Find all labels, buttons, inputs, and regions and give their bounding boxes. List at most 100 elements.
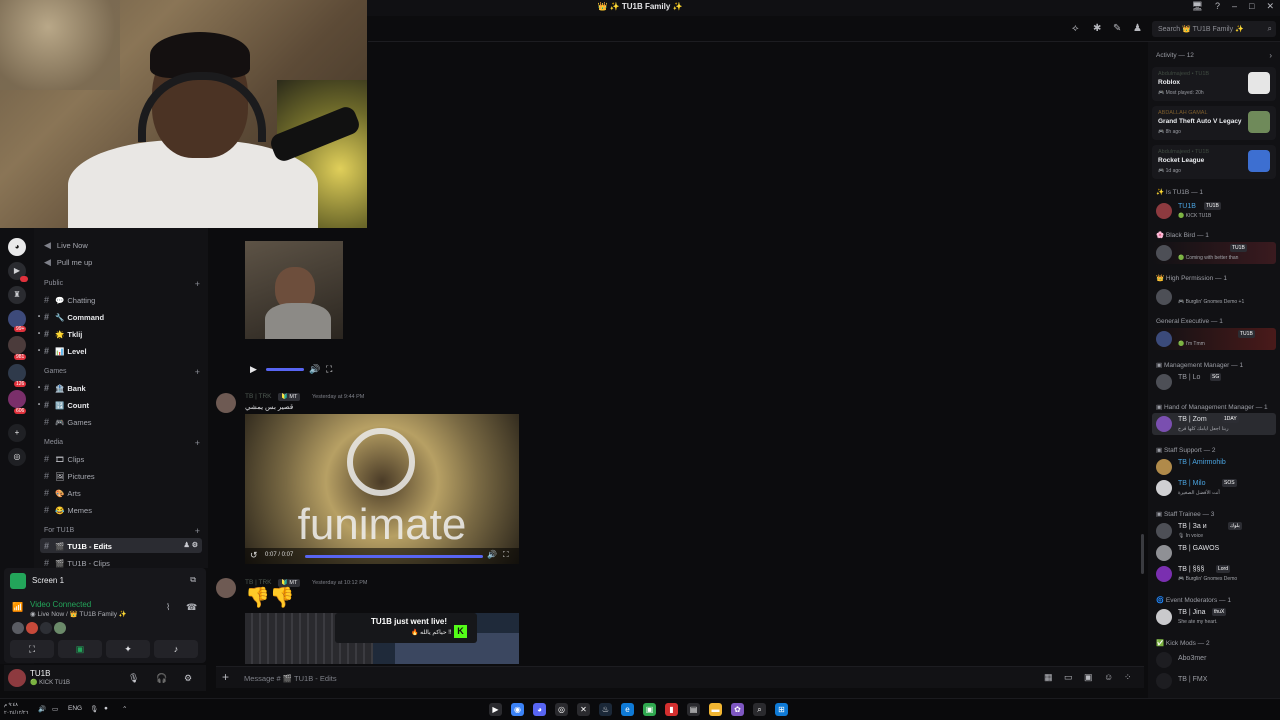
member-item[interactable]: TB | Zom 1DAY ربنا اجعل ايامك كلها فرح: [1152, 413, 1276, 435]
network-icon[interactable]: ▭: [52, 705, 58, 713]
gif-icon[interactable]: ▭: [1064, 672, 1073, 683]
add-channel-icon[interactable]: +: [195, 438, 200, 448]
settings-icon[interactable]: ⚙: [184, 673, 192, 684]
channel-pull-me-up[interactable]: ◀ Pull me up: [40, 254, 202, 269]
pin-icon[interactable]: ✎: [1113, 23, 1121, 34]
server-icon[interactable]: ▶: [8, 262, 28, 282]
app-icon[interactable]: ▮: [665, 703, 678, 716]
channel-settings-icon[interactable]: ♟ ⚙: [184, 541, 199, 549]
video-progress-bar[interactable]: [305, 555, 483, 558]
member-item[interactable]: TB | FMX: [1152, 670, 1276, 692]
avatar[interactable]: [40, 622, 52, 634]
app-icon[interactable]: ▣: [643, 703, 656, 716]
member-item[interactable]: TB | Jina thuX She ate my heart.: [1152, 606, 1276, 628]
channel-tklij[interactable]: • # 🌟 Tklij: [38, 326, 202, 341]
media-player-icon[interactable]: ▶: [489, 703, 502, 716]
avatar[interactable]: [12, 622, 24, 634]
microphone-icon[interactable]: 🎙: [90, 705, 98, 713]
fullscreen-icon[interactable]: ⛶: [503, 550, 509, 560]
username[interactable]: TU1B: [30, 669, 50, 678]
camera-toggle-button[interactable]: ⛶: [10, 640, 54, 658]
search-input[interactable]: Search 👑 TU1B Family ✨ ⌕: [1152, 21, 1276, 37]
signal-icon[interactable]: 📶: [12, 602, 23, 613]
edge-icon[interactable]: e: [621, 703, 634, 716]
maximize-button[interactable]: □: [1249, 1, 1254, 12]
message-author[interactable]: TB | TRK: [245, 393, 272, 400]
scrollbar[interactable]: [1141, 534, 1144, 574]
help-icon[interactable]: ?: [1215, 1, 1220, 12]
monitor-icon[interactable]: 🖥: [1192, 1, 1203, 12]
channel-tu1b-edits[interactable]: # 🎬 TU1B - Edits ♟ ⚙: [40, 538, 202, 553]
category-public[interactable]: Public: [44, 280, 63, 287]
channel-tu1b-clips[interactable]: # 🎬 TU1B - Clips: [40, 555, 202, 568]
channel-games[interactable]: # 🎮 Games: [40, 414, 202, 429]
voice-status[interactable]: Video Connected: [30, 600, 91, 609]
member-item[interactable]: TB | За и بلوك 🎙 In voice: [1152, 520, 1276, 542]
attach-button[interactable]: +: [222, 670, 229, 684]
search-icon[interactable]: ⌕: [753, 703, 766, 716]
avatar[interactable]: [8, 669, 26, 687]
activities-button[interactable]: ✦: [106, 640, 150, 658]
headphones-icon[interactable]: 🎧: [156, 673, 167, 684]
file-explorer-icon[interactable]: ▬: [709, 703, 722, 716]
sticker-icon[interactable]: ▣: [1084, 672, 1093, 683]
member-item[interactable]: TB | Milo SOS أنت الأفضل الصغيرة: [1152, 477, 1276, 499]
server-icon[interactable]: [8, 364, 26, 382]
screen-share-button[interactable]: ▣: [58, 640, 102, 658]
member-item[interactable]: TU1B 🟢 I'm Tmm: [1152, 328, 1276, 350]
member-item[interactable]: TB | Amirmohib: [1152, 456, 1276, 478]
avatar[interactable]: [216, 578, 236, 598]
member-item[interactable]: TB | §§§ Lord 🎮 Burglin' Gnomes Demo: [1152, 563, 1276, 585]
avatar[interactable]: [54, 622, 66, 634]
mute-notifications-icon[interactable]: ✱: [1093, 23, 1101, 34]
app-icon[interactable]: ✕: [577, 703, 590, 716]
soundboard-button[interactable]: ♪: [154, 640, 198, 658]
channel-memes[interactable]: # 😂 Memes: [40, 502, 202, 517]
add-channel-icon[interactable]: +: [195, 526, 200, 536]
clock-time[interactable]: ٩:٤٨ م: [4, 702, 18, 708]
member-item[interactable]: 🎮 Burglin' Gnomes Demo +1: [1152, 286, 1276, 308]
activity-card[interactable]: Abdulmajeed • TU1B Rocket League 🎮 1d ag…: [1152, 145, 1276, 179]
channel-level[interactable]: • # 📊 Level: [38, 343, 202, 358]
activity-card[interactable]: Abdulmajeed • TU1B Roblox 🎮 Most played:…: [1152, 67, 1276, 101]
popout-icon[interactable]: ⧉: [190, 575, 196, 585]
clock-date[interactable]: ٢٠٢٤/١٢/٢٦: [4, 710, 28, 716]
app-icon[interactable]: ◎: [555, 703, 568, 716]
fullscreen-icon[interactable]: ⛶: [326, 364, 332, 375]
add-server-icon[interactable]: +: [8, 424, 26, 442]
channel-command[interactable]: • # 🔧 Command: [38, 309, 202, 324]
live-embed[interactable]: TU1B just went live! 🔥 حياكم يالله !! K: [335, 613, 477, 643]
channel-live-now[interactable]: ◀ Live Now: [40, 237, 202, 252]
member-item[interactable]: Abo3mer: [1152, 649, 1276, 671]
minimize-button[interactable]: –: [1232, 1, 1237, 12]
category-media[interactable]: Media: [44, 439, 63, 446]
volume-icon[interactable]: 🔊: [38, 705, 46, 713]
volume-icon[interactable]: 🔊: [309, 364, 320, 375]
video-attachment[interactable]: [245, 241, 343, 339]
play-icon[interactable]: ▶: [250, 364, 257, 375]
member-list-icon[interactable]: ♟: [1133, 23, 1142, 34]
channel-bank[interactable]: • # 🏦 Bank: [38, 380, 202, 395]
server-icon[interactable]: [8, 336, 26, 354]
channel-chatting[interactable]: # 💬 Chatting: [40, 292, 202, 307]
chevron-right-icon[interactable]: ›: [1269, 51, 1272, 60]
start-icon[interactable]: ⊞: [775, 703, 788, 716]
browser-icon[interactable]: ◉: [511, 703, 524, 716]
discord-icon[interactable]: ◕: [533, 703, 546, 716]
avatar[interactable]: [26, 622, 38, 634]
emoji-icon[interactable]: ☺: [1104, 672, 1113, 682]
video-attachment[interactable]: funimate ↺ 0:07 / 0:07 🔊 ⛶: [245, 414, 519, 564]
recording-icon[interactable]: ●: [104, 705, 108, 712]
store-icon[interactable]: ▤: [687, 703, 700, 716]
channel-count[interactable]: • # 🔢 Count: [38, 397, 202, 412]
member-item[interactable]: TU1B 🟢 Coming with better than: [1152, 242, 1276, 264]
activity-card[interactable]: ABDALLAH GAMAL Grand Theft Auto V Legacy…: [1152, 106, 1276, 140]
language-indicator[interactable]: ENG: [68, 705, 82, 712]
noise-suppression-icon[interactable]: ⌇: [166, 602, 170, 613]
voice-channel-name[interactable]: ◉ Live Now / 👑 TU1B Family ✨: [30, 610, 127, 618]
channel-clips[interactable]: # 🎞 Clips: [40, 451, 202, 466]
member-item[interactable]: TB | Lo SG: [1152, 371, 1276, 393]
threads-icon[interactable]: ⟡: [1072, 23, 1079, 34]
close-button[interactable]: ✕: [1266, 1, 1274, 12]
add-channel-icon[interactable]: +: [195, 367, 200, 377]
